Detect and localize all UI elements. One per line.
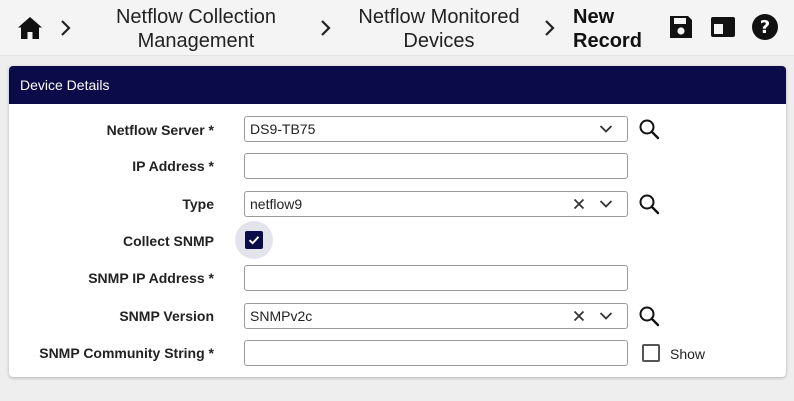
snmp-community-input[interactable] xyxy=(245,341,627,365)
chevron-right-icon xyxy=(545,20,555,36)
ip-address-label: IP Address * xyxy=(132,158,214,174)
netflow-server-label: Netflow Server * xyxy=(106,122,214,138)
panel-title: Device Details xyxy=(9,66,786,104)
netflow-server-select[interactable]: DS9-TB75 xyxy=(244,116,628,142)
breadcrumb-line: Netflow Collection xyxy=(115,6,277,28)
breadcrumb-line: Netflow Monitored xyxy=(358,6,520,28)
netflow-server-value: DS9-TB75 xyxy=(250,121,316,137)
show-password-label: Show xyxy=(670,346,706,362)
breadcrumb-line: Devices xyxy=(403,30,475,52)
breadcrumb-item-collection[interactable]: Netflow Collection Management xyxy=(92,5,300,53)
chevron-right-icon xyxy=(61,20,71,36)
device-details-panel: Device Details Netflow Server * DS9-TB75… xyxy=(9,66,786,377)
chevron-down-icon[interactable] xyxy=(599,199,613,209)
top-bar: Netflow Collection Management Netflow Mo… xyxy=(0,0,794,56)
snmp-version-value: SNMPv2c xyxy=(250,308,313,324)
snmp-community-label: SNMP Community String * xyxy=(39,345,214,361)
snmp-ip-address-input[interactable] xyxy=(245,266,627,290)
collect-snmp-checkbox[interactable] xyxy=(245,231,263,249)
save-icon[interactable] xyxy=(667,13,695,41)
search-icon[interactable] xyxy=(638,118,660,140)
panel-toggle-icon[interactable] xyxy=(709,13,737,41)
snmp-ip-address-label: SNMP IP Address * xyxy=(88,270,214,286)
ip-address-field[interactable] xyxy=(244,153,628,179)
checkmark-icon xyxy=(248,236,260,245)
snmp-community-field[interactable] xyxy=(244,340,628,366)
type-value: netflow9 xyxy=(250,196,303,212)
svg-text:?: ? xyxy=(760,17,770,38)
help-icon[interactable]: ? xyxy=(751,13,779,41)
chevron-right-icon xyxy=(321,20,331,36)
chevron-down-icon[interactable] xyxy=(599,311,613,321)
collect-snmp-checkbox-ripple xyxy=(235,221,273,259)
home-icon[interactable] xyxy=(14,12,46,44)
collect-snmp-label: Collect SNMP xyxy=(122,233,214,249)
breadcrumb-line: Management xyxy=(137,30,255,52)
breadcrumb-line: New xyxy=(573,6,615,28)
breadcrumb-item-devices[interactable]: Netflow Monitored Devices xyxy=(342,5,536,53)
type-select[interactable]: netflow9 xyxy=(244,191,628,217)
type-label: Type xyxy=(182,196,214,212)
breadcrumb-current: New Record xyxy=(573,5,642,53)
chevron-down-icon[interactable] xyxy=(599,124,613,134)
search-icon[interactable] xyxy=(638,193,660,215)
ip-address-input[interactable] xyxy=(245,154,627,178)
clear-icon[interactable] xyxy=(573,310,585,322)
clear-icon[interactable] xyxy=(573,198,585,210)
breadcrumb-line: Record xyxy=(573,30,642,52)
snmp-version-label: SNMP Version xyxy=(119,308,214,324)
snmp-version-select[interactable]: SNMPv2c xyxy=(244,303,628,329)
show-password-checkbox[interactable] xyxy=(642,344,660,362)
search-icon[interactable] xyxy=(638,305,660,327)
snmp-ip-address-field[interactable] xyxy=(244,265,628,291)
